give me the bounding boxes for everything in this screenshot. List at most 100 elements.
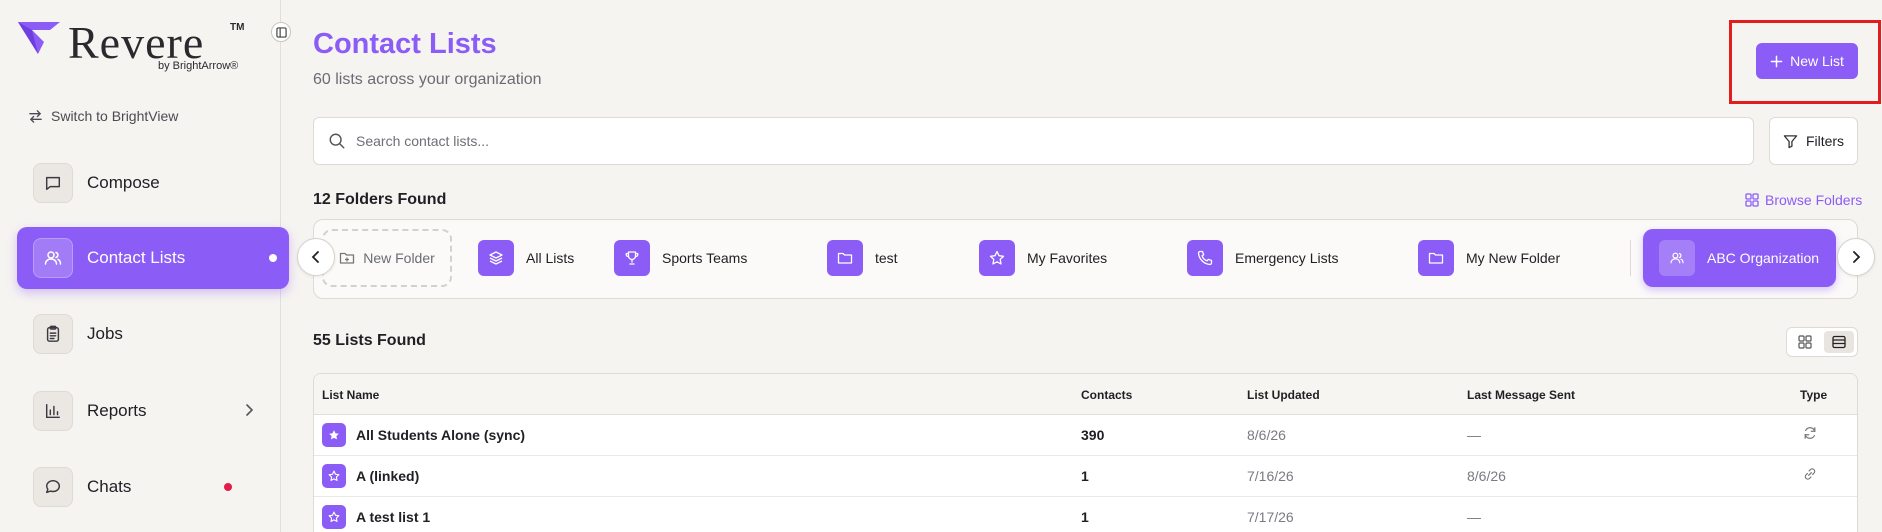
list-updated-date: 7/17/26 xyxy=(1247,509,1294,525)
page-subtitle: 60 lists across your organization xyxy=(313,71,542,88)
nav-label-compose: Compose xyxy=(87,173,160,192)
contacts-count: 1 xyxy=(1081,509,1089,525)
users-icon xyxy=(33,238,73,278)
table-icon xyxy=(1832,335,1846,349)
sync-icon xyxy=(1803,426,1817,443)
bar-chart-icon xyxy=(33,391,73,431)
plus-icon xyxy=(1770,55,1783,67)
column-header-list-name[interactable]: List Name xyxy=(322,388,379,402)
swap-arrows-icon xyxy=(29,109,42,123)
revere-logo[interactable]: Revere TM by BrightArrow® xyxy=(16,17,256,74)
column-header-list-updated[interactable]: List Updated xyxy=(1247,388,1320,402)
list-name-cell: A (linked) xyxy=(322,464,419,488)
folder-icon xyxy=(827,240,863,276)
chevron-left-icon xyxy=(311,251,319,263)
phone-icon xyxy=(1187,240,1223,276)
folder-label: test xyxy=(875,250,898,266)
grid-view-button[interactable] xyxy=(1790,331,1820,353)
browse-folders-label: Browse Folders xyxy=(1765,192,1863,208)
folder-label: Emergency Lists xyxy=(1235,250,1339,266)
sidebar: Revere TM by BrightArrow® Switch to Brig… xyxy=(0,0,291,532)
switch-label: Switch to BrightView xyxy=(51,108,179,124)
grid-icon xyxy=(1798,335,1812,349)
folder-label: ABC Organization xyxy=(1707,250,1820,266)
nav-item-reports[interactable]: Reports xyxy=(17,380,289,442)
folder-label: My New Folder xyxy=(1466,250,1561,266)
revere-arrow-logo-icon xyxy=(18,22,60,54)
list-updated-date: 8/6/26 xyxy=(1247,427,1286,443)
chevron-right-icon xyxy=(1853,251,1861,263)
active-indicator-dot xyxy=(269,254,277,262)
grid-icon xyxy=(1745,193,1759,207)
message-square-icon xyxy=(33,163,73,203)
table-row[interactable]: A test list 1 1 7/17/26 — xyxy=(314,497,1857,532)
new-folder-button[interactable]: New Folder xyxy=(322,229,452,287)
folder-label: Sports Teams xyxy=(662,250,748,266)
new-list-button[interactable]: New List xyxy=(1756,43,1858,79)
nav-item-chats[interactable]: Chats xyxy=(17,456,289,518)
collapse-sidebar-button[interactable] xyxy=(271,22,291,42)
list-name-cell: All Students Alone (sync) xyxy=(322,423,525,447)
filled-star-icon[interactable] xyxy=(322,423,346,447)
list-name[interactable]: All Students Alone (sync) xyxy=(356,427,525,443)
chat-bubble-icon xyxy=(33,467,73,507)
table-row[interactable]: All Students Alone (sync) 390 8/6/26 — xyxy=(314,415,1857,456)
switch-to-brightview-link[interactable]: Switch to BrightView xyxy=(28,108,178,124)
brand-byline: by BrightArrow® xyxy=(158,60,239,72)
folders-next-button[interactable] xyxy=(1837,238,1875,276)
new-list-label: New List xyxy=(1790,53,1844,69)
column-header-last-message-sent[interactable]: Last Message Sent xyxy=(1467,388,1575,402)
folder-plus-icon xyxy=(340,252,355,264)
folder-label: All Lists xyxy=(526,250,575,266)
nav-label-contact-lists: Contact Lists xyxy=(87,248,186,267)
page-title: Contact Lists xyxy=(313,28,497,60)
folder-label: My Favorites xyxy=(1027,250,1108,266)
filter-funnel-icon xyxy=(1783,134,1798,148)
nav-label-chats: Chats xyxy=(87,477,132,496)
contacts-count: 1 xyxy=(1081,468,1089,484)
column-header-contacts[interactable]: Contacts xyxy=(1081,388,1132,402)
folder-emergency-lists[interactable]: Emergency Lists xyxy=(1187,229,1338,287)
star-icon xyxy=(979,240,1015,276)
list-updated-date: 7/16/26 xyxy=(1247,468,1294,484)
nav-label-jobs: Jobs xyxy=(87,324,123,343)
star-outline-icon[interactable] xyxy=(322,464,346,488)
table-row[interactable]: A (linked) 1 7/16/26 8/6/26 xyxy=(314,456,1857,497)
folders-heading: 12 Folders Found xyxy=(313,191,447,208)
folder-my-favorites[interactable]: My Favorites xyxy=(979,229,1107,287)
column-header-type[interactable]: Type xyxy=(1800,388,1827,402)
layers-icon xyxy=(478,240,514,276)
main-content: Contact Lists 60 lists across your organ… xyxy=(282,0,1882,532)
filters-label: Filters xyxy=(1805,133,1845,149)
folder-test[interactable]: test xyxy=(827,229,898,287)
folder-my-new-folder[interactable]: My New Folder xyxy=(1418,229,1560,287)
list-name-cell: A test list 1 xyxy=(322,505,430,529)
users-icon xyxy=(1659,240,1695,276)
new-folder-label: New Folder xyxy=(363,250,435,266)
search-input[interactable] xyxy=(356,133,1736,149)
folder-sports-teams[interactable]: Sports Teams xyxy=(614,229,747,287)
nav-item-contact-lists[interactable]: Contact Lists xyxy=(17,227,289,289)
folder-abc-organization[interactable]: ABC Organization xyxy=(1643,229,1836,287)
list-name[interactable]: A test list 1 xyxy=(356,509,430,525)
folder-all-lists[interactable]: All Lists xyxy=(478,229,574,287)
nav-label-reports: Reports xyxy=(87,401,147,420)
list-name[interactable]: A (linked) xyxy=(356,468,419,484)
folder-icon xyxy=(1418,240,1454,276)
clipboard-icon xyxy=(33,314,73,354)
contact-lists-table: List Name Contacts List Updated Last Mes… xyxy=(313,373,1858,532)
link-icon xyxy=(1803,467,1817,484)
last-message-sent: — xyxy=(1467,509,1481,525)
folders-prev-button[interactable] xyxy=(297,238,335,276)
table-header: List Name Contacts List Updated Last Mes… xyxy=(314,374,1857,415)
nav-item-compose[interactable]: Compose xyxy=(17,152,289,214)
lists-heading: 55 Lists Found xyxy=(313,332,426,349)
browse-folders-link[interactable]: Browse Folders xyxy=(1745,192,1862,208)
star-outline-icon[interactable] xyxy=(322,505,346,529)
search-box xyxy=(313,117,1754,165)
last-message-sent: — xyxy=(1467,427,1481,443)
table-view-button[interactable] xyxy=(1824,331,1854,353)
nav-item-jobs[interactable]: Jobs xyxy=(17,303,289,365)
sidebar-panel-icon xyxy=(275,26,287,38)
filters-button[interactable]: Filters xyxy=(1769,117,1858,165)
